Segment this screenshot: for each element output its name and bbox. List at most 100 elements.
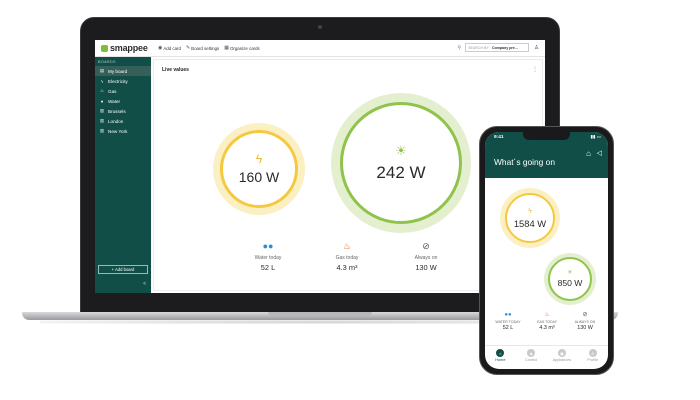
laptop-notch — [268, 312, 372, 316]
solar-value: 242 W — [376, 162, 426, 182]
stat-value: 130 W — [577, 325, 593, 331]
lightning-icon: ϟ — [100, 78, 104, 84]
appliances-tab-icon: ▣ — [557, 349, 566, 357]
location-pin-icon[interactable]: ⚲ — [457, 45, 461, 51]
bar-chart-icon: ▥ — [99, 108, 105, 113]
water-drop-icon: ● — [100, 98, 104, 104]
eye-icon: ◉ — [158, 45, 163, 51]
sidebar-item-label: Brussels — [108, 108, 126, 114]
logo-mark-icon — [101, 44, 108, 52]
sidebar-item-brussels[interactable]: ▥ Brussels — [95, 106, 151, 116]
water-drops-icon: ●● — [262, 241, 274, 251]
topbar-right: ⚲ SEARCH BY Company pre... ♙ — [457, 43, 539, 52]
add-board-button[interactable]: + Add board — [98, 265, 148, 274]
sun-icon: ☀ — [395, 142, 407, 158]
logo-text: smappee — [110, 43, 148, 53]
electricity-ring[interactable]: ϟ 160 W — [213, 123, 305, 215]
smappee-logo[interactable]: smappee — [101, 43, 153, 53]
sidebar-item-label: Water — [108, 98, 121, 104]
tab-label: Appliances — [552, 358, 572, 362]
phone-solar-value: 850 W — [557, 278, 583, 288]
phone-electricity-value: 1584 W — [513, 217, 547, 229]
wrench-icon: ✎ — [185, 45, 191, 51]
sidebar-item-label: My board — [108, 68, 128, 74]
tab-label: Profile — [587, 358, 598, 362]
flame-icon: ♨ — [544, 312, 550, 318]
flame-icon: ♨ — [342, 241, 352, 251]
stat-value: 52 L — [502, 325, 514, 331]
sidebar-item-label: Gas — [108, 88, 117, 94]
control-tab-icon: ◈ — [527, 349, 536, 357]
organize-cards-button[interactable]: ▦ Organize cards — [224, 45, 260, 51]
card-title: Live values — [162, 67, 189, 73]
tab-label: Control — [525, 358, 538, 362]
solar-ring-inner: ☀ 242 W — [340, 102, 462, 224]
stat-label: Water today — [254, 255, 282, 261]
board-icon: ▤ — [99, 68, 105, 73]
phone-always-on-stat[interactable]: ⊘ ALWAYS ON 130 W — [566, 312, 604, 331]
organize-cards-label: Organize cards — [229, 45, 260, 51]
company-search-input[interactable]: SEARCH BY Company pre... — [465, 43, 530, 52]
phone-solar-ring[interactable]: ☀ 850 W — [544, 253, 596, 305]
phone-gas-today-stat[interactable]: ♨ GAS TODAY 4.3 m³ — [528, 312, 566, 331]
sidebar: BOARDS ▤ My board ϟ Electricity ♨ Gas ● … — [95, 57, 151, 293]
water-today-stat[interactable]: ●● Water today 52 L — [238, 241, 298, 273]
home-icon[interactable]: ⌂ — [586, 149, 591, 158]
user-icon[interactable]: ♙ — [534, 45, 539, 51]
stat-label: GAS TODAY — [536, 320, 558, 324]
signal-battery-icon: ▮▮ ▭ — [590, 134, 601, 139]
board-settings-button[interactable]: ✎ Board settings — [186, 45, 219, 51]
home-tab-icon: ⌂ — [496, 349, 505, 357]
camera-dot — [318, 25, 322, 29]
stat-value: 4.3 m³ — [539, 325, 555, 331]
stat-label: Gas today — [335, 255, 359, 261]
profile-tab-icon: ♙ — [588, 349, 597, 357]
stat-value: 130 W — [415, 263, 437, 272]
always-on-stat[interactable]: ⊘ Always on 130 W — [396, 242, 456, 273]
phone-screen: 9:41 ▮▮ ▭ ⌂ ◁ What´s going on ϟ 1584 W ☀… — [485, 132, 608, 369]
add-card-button[interactable]: ◉ Add card — [158, 45, 181, 51]
bottom-tab-bar: ⌂ Home ◈ Control ▣ Appliances ♙ Profile — [485, 345, 608, 369]
sidebar-item-new-york[interactable]: ▥ New York — [95, 126, 151, 136]
megaphone-icon[interactable]: ◁ — [597, 149, 602, 157]
flame-icon: ♨ — [99, 88, 105, 93]
bar-chart-icon: ▥ — [99, 128, 105, 133]
sidebar-item-my-board[interactable]: ▤ My board — [95, 66, 151, 76]
sidebar-heading: BOARDS — [98, 60, 116, 64]
tab-control[interactable]: ◈ Control — [516, 346, 547, 369]
water-drops-icon: ●● — [504, 312, 512, 318]
sidebar-item-electricity[interactable]: ϟ Electricity — [95, 76, 151, 86]
stat-value: 52 L — [260, 263, 276, 272]
tab-profile[interactable]: ♙ Profile — [577, 346, 608, 369]
sidebar-item-label: London — [108, 118, 124, 124]
top-bar: smappee ◉ Add card ✎ Board settings ▦ Or… — [95, 40, 545, 57]
stat-label: ALWAYS ON — [574, 320, 596, 324]
sun-icon: ☀ — [567, 270, 573, 276]
tab-label: Home — [495, 358, 506, 362]
sidebar-item-label: Electricity — [108, 78, 128, 84]
collapse-sidebar-icon[interactable]: < — [143, 281, 146, 287]
company-name: Company pre... — [491, 45, 518, 50]
stat-value: 4.3 m³ — [336, 263, 358, 272]
phone-water-today-stat[interactable]: ●● WATER TODAY 52 L — [489, 312, 527, 331]
tab-appliances[interactable]: ▣ Appliances — [547, 346, 578, 369]
tab-home[interactable]: ⌂ Home — [485, 346, 516, 369]
sidebar-item-label: New York — [108, 128, 128, 134]
grid-icon: ▦ — [224, 45, 229, 51]
bar-chart-icon: ▥ — [99, 118, 105, 123]
lightning-icon: ϟ — [528, 207, 532, 215]
solar-ring[interactable]: ☀ 242 W — [331, 93, 471, 233]
electricity-value: 160 W — [238, 169, 280, 185]
sidebar-item-water[interactable]: ● Water — [95, 96, 151, 106]
phone-electricity-ring[interactable]: ϟ 1584 W — [500, 188, 560, 248]
stat-label: Always on — [414, 255, 438, 261]
phone-notch — [523, 132, 570, 140]
sidebar-item-london[interactable]: ▥ London — [95, 116, 151, 126]
gas-today-stat[interactable]: ♨ Gas today 4.3 m³ — [317, 241, 377, 273]
more-options-icon[interactable]: ⋮ — [532, 66, 538, 73]
add-card-label: Add card — [163, 45, 181, 51]
board-settings-label: Board settings — [191, 45, 220, 51]
sidebar-item-gas[interactable]: ♨ Gas — [95, 86, 151, 96]
phone-electricity-ring-inner: ϟ 1584 W — [505, 193, 555, 243]
plug-icon: ⊘ — [582, 312, 588, 318]
